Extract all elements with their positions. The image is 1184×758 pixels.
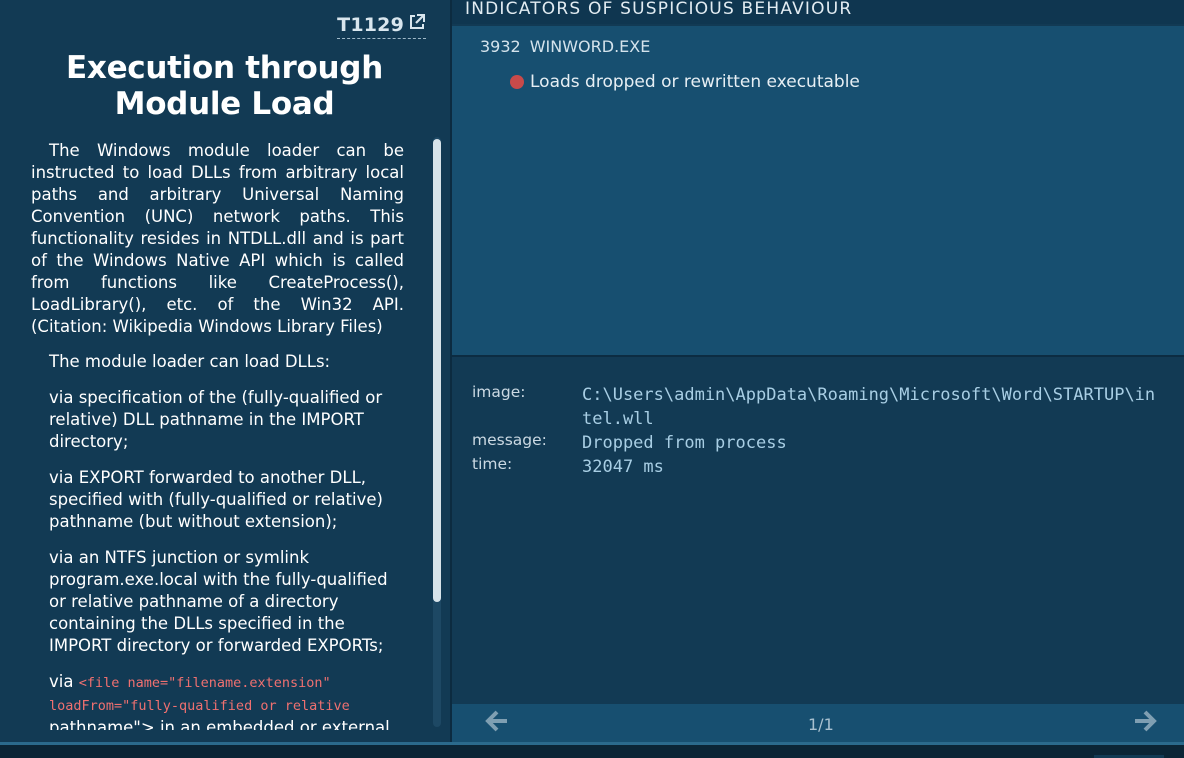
description-text: via xyxy=(49,672,74,691)
page-indicator: 1/1 xyxy=(808,715,834,734)
indicator-item[interactable]: Loads dropped or rewritten executable xyxy=(510,72,860,92)
indicator-label: Loads dropped or rewritten executable xyxy=(530,72,860,92)
detail-image-row: image: C:\Users\admin\AppData\Roaming\Mi… xyxy=(472,383,1162,431)
description-paragraph: via <file name="filename.extension" load… xyxy=(31,671,404,730)
bottom-bar xyxy=(0,742,1184,758)
arrow-right-icon[interactable] xyxy=(1133,710,1157,737)
detail-message-value: Dropped from process xyxy=(582,433,787,453)
technique-description: The Windows module loader can be instruc… xyxy=(31,140,404,730)
detail-time-value: 32047 ms xyxy=(582,457,664,477)
indicators-header: INDICATORS OF SUSPICIOUS BEHAVIOUR xyxy=(452,0,1184,24)
code-snippet: <file name="filename.extension" loadFrom… xyxy=(49,675,350,714)
detail-message-label: message: xyxy=(472,431,547,449)
bottom-bar-accent xyxy=(0,742,1184,745)
detail-message-row: message: Dropped from process xyxy=(472,431,1162,455)
process-pid: 3932 xyxy=(480,37,521,56)
indicators-panel: INDICATORS OF SUSPICIOUS BEHAVIOUR 3932 … xyxy=(452,0,1184,742)
process-entry[interactable]: 3932 WINWORD.EXE xyxy=(480,37,650,56)
description-text: pathname"> in an embedded or external xyxy=(49,718,390,730)
detail-time-label: time: xyxy=(472,455,513,473)
alert-dot-icon xyxy=(510,75,524,89)
technique-id[interactable]: T1129 xyxy=(337,14,404,36)
indicator-details: image: C:\Users\admin\AppData\Roaming\Mi… xyxy=(452,357,1184,704)
detail-image-label: image: xyxy=(472,383,526,401)
arrow-left-icon[interactable] xyxy=(485,710,509,737)
description-paragraph: via EXPORT forwarded to another DLL, spe… xyxy=(49,468,383,531)
indicators-list: 3932 WINWORD.EXE Loads dropped or rewrit… xyxy=(452,26,1184,355)
description-paragraph: via specification of the (fully-qualifie… xyxy=(49,388,383,451)
external-link-icon[interactable] xyxy=(408,13,426,36)
description-scrollbar[interactable] xyxy=(433,137,441,727)
description-paragraph: The Windows module loader can be instruc… xyxy=(31,141,404,336)
description-paragraph: The module loader can load DLLs: xyxy=(49,352,331,371)
detail-time-row: time: 32047 ms xyxy=(472,455,1162,479)
process-name: WINWORD.EXE xyxy=(529,37,651,56)
technique-title: Execution through Module Load xyxy=(66,50,383,122)
technique-link[interactable]: T1129 xyxy=(337,13,426,39)
technique-panel: T1129 Execution through Module Load The … xyxy=(0,0,450,742)
description-paragraph: via an NTFS junction or symlink program.… xyxy=(49,548,388,655)
pagination-bar: 1/1 xyxy=(452,704,1184,742)
detail-image-value: C:\Users\admin\AppData\Roaming\Microsoft… xyxy=(582,385,1156,429)
scrollbar-thumb[interactable] xyxy=(433,139,441,602)
